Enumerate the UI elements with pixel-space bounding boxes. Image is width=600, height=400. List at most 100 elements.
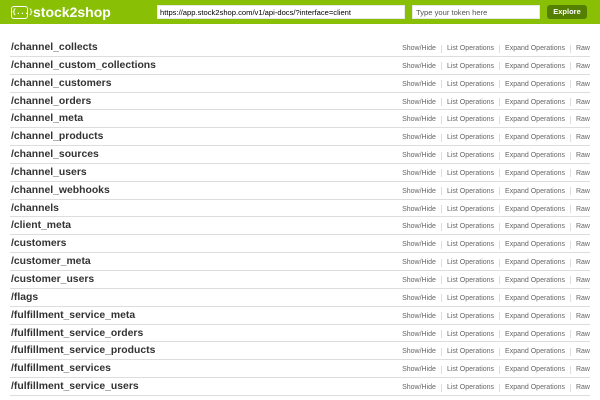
resource-name-link[interactable]: /fulfillment_services	[11, 362, 111, 375]
raw-link[interactable]: Raw	[576, 80, 590, 89]
show-hide-link[interactable]: Show/Hide	[402, 276, 436, 285]
expand-operations-link[interactable]: Expand Operations	[505, 330, 565, 339]
list-operations-link[interactable]: List Operations	[447, 276, 494, 285]
resource-name-link[interactable]: /channel_sources	[11, 148, 99, 161]
raw-link[interactable]: Raw	[576, 44, 590, 53]
raw-link[interactable]: Raw	[576, 330, 590, 339]
token-input[interactable]	[412, 5, 540, 19]
show-hide-link[interactable]: Show/Hide	[402, 44, 436, 53]
list-operations-link[interactable]: List Operations	[447, 80, 494, 89]
resource-name-link[interactable]: /customer_meta	[11, 255, 91, 268]
list-operations-link[interactable]: List Operations	[447, 205, 494, 214]
expand-operations-link[interactable]: Expand Operations	[505, 98, 565, 107]
expand-operations-link[interactable]: Expand Operations	[505, 312, 565, 321]
list-operations-link[interactable]: List Operations	[447, 187, 494, 196]
raw-link[interactable]: Raw	[576, 312, 590, 321]
explore-button[interactable]: Explore	[547, 5, 587, 19]
list-operations-link[interactable]: List Operations	[447, 294, 494, 303]
raw-link[interactable]: Raw	[576, 205, 590, 214]
list-operations-link[interactable]: List Operations	[447, 151, 494, 160]
show-hide-link[interactable]: Show/Hide	[402, 330, 436, 339]
expand-operations-link[interactable]: Expand Operations	[505, 44, 565, 53]
raw-link[interactable]: Raw	[576, 169, 590, 178]
show-hide-link[interactable]: Show/Hide	[402, 187, 436, 196]
resource-name-link[interactable]: /customers	[11, 237, 66, 250]
raw-link[interactable]: Raw	[576, 151, 590, 160]
expand-operations-link[interactable]: Expand Operations	[505, 205, 565, 214]
resource-name-link[interactable]: /fulfillment_service_products	[11, 344, 155, 357]
resource-name-link[interactable]: /customer_users	[11, 273, 94, 286]
resource-name-link[interactable]: /channel_webhooks	[11, 184, 110, 197]
list-operations-link[interactable]: List Operations	[447, 330, 494, 339]
resource-name-link[interactable]: /channel_users	[11, 166, 87, 179]
raw-link[interactable]: Raw	[576, 240, 590, 249]
list-operations-link[interactable]: List Operations	[447, 240, 494, 249]
expand-operations-link[interactable]: Expand Operations	[505, 62, 565, 71]
resource-name-link[interactable]: /fulfillment_service_meta	[11, 309, 135, 322]
resource-name-link[interactable]: /channel_meta	[11, 112, 83, 125]
expand-operations-link[interactable]: Expand Operations	[505, 187, 565, 196]
list-operations-link[interactable]: List Operations	[447, 169, 494, 178]
show-hide-link[interactable]: Show/Hide	[402, 312, 436, 321]
resource-name-link[interactable]: /channel_collects	[11, 41, 98, 54]
expand-operations-link[interactable]: Expand Operations	[505, 347, 565, 356]
expand-operations-link[interactable]: Expand Operations	[505, 240, 565, 249]
show-hide-link[interactable]: Show/Hide	[402, 98, 436, 107]
show-hide-link[interactable]: Show/Hide	[402, 222, 436, 231]
api-url-input[interactable]	[157, 5, 405, 19]
show-hide-link[interactable]: Show/Hide	[402, 151, 436, 160]
list-operations-link[interactable]: List Operations	[447, 98, 494, 107]
list-operations-link[interactable]: List Operations	[447, 62, 494, 71]
resource-name-link[interactable]: /channel_orders	[11, 95, 91, 108]
resource-name-link[interactable]: /flags	[11, 291, 38, 304]
raw-link[interactable]: Raw	[576, 294, 590, 303]
list-operations-link[interactable]: List Operations	[447, 258, 494, 267]
list-operations-link[interactable]: List Operations	[447, 44, 494, 53]
expand-operations-link[interactable]: Expand Operations	[505, 383, 565, 392]
raw-link[interactable]: Raw	[576, 222, 590, 231]
show-hide-link[interactable]: Show/Hide	[402, 365, 436, 374]
expand-operations-link[interactable]: Expand Operations	[505, 258, 565, 267]
resource-name-link[interactable]: /channel_products	[11, 130, 103, 143]
expand-operations-link[interactable]: Expand Operations	[505, 151, 565, 160]
raw-link[interactable]: Raw	[576, 98, 590, 107]
brand-name[interactable]: stock2shop	[33, 3, 111, 21]
raw-link[interactable]: Raw	[576, 133, 590, 142]
expand-operations-link[interactable]: Expand Operations	[505, 222, 565, 231]
raw-link[interactable]: Raw	[576, 383, 590, 392]
raw-link[interactable]: Raw	[576, 347, 590, 356]
expand-operations-link[interactable]: Expand Operations	[505, 294, 565, 303]
show-hide-link[interactable]: Show/Hide	[402, 240, 436, 249]
show-hide-link[interactable]: Show/Hide	[402, 294, 436, 303]
raw-link[interactable]: Raw	[576, 115, 590, 124]
show-hide-link[interactable]: Show/Hide	[402, 258, 436, 267]
raw-link[interactable]: Raw	[576, 258, 590, 267]
resource-name-link[interactable]: /channel_custom_collections	[11, 59, 156, 72]
list-operations-link[interactable]: List Operations	[447, 312, 494, 321]
expand-operations-link[interactable]: Expand Operations	[505, 115, 565, 124]
list-operations-link[interactable]: List Operations	[447, 347, 494, 356]
show-hide-link[interactable]: Show/Hide	[402, 347, 436, 356]
expand-operations-link[interactable]: Expand Operations	[505, 276, 565, 285]
show-hide-link[interactable]: Show/Hide	[402, 205, 436, 214]
expand-operations-link[interactable]: Expand Operations	[505, 169, 565, 178]
list-operations-link[interactable]: List Operations	[447, 383, 494, 392]
list-operations-link[interactable]: List Operations	[447, 133, 494, 142]
list-operations-link[interactable]: List Operations	[447, 222, 494, 231]
show-hide-link[interactable]: Show/Hide	[402, 169, 436, 178]
expand-operations-link[interactable]: Expand Operations	[505, 365, 565, 374]
resource-name-link[interactable]: /fulfillment_service_users	[11, 380, 139, 393]
resource-name-link[interactable]: /channel_customers	[11, 77, 111, 90]
list-operations-link[interactable]: List Operations	[447, 365, 494, 374]
expand-operations-link[interactable]: Expand Operations	[505, 80, 565, 89]
show-hide-link[interactable]: Show/Hide	[402, 133, 436, 142]
list-operations-link[interactable]: List Operations	[447, 115, 494, 124]
expand-operations-link[interactable]: Expand Operations	[505, 133, 565, 142]
show-hide-link[interactable]: Show/Hide	[402, 115, 436, 124]
resource-name-link[interactable]: /fulfillment_service_orders	[11, 327, 143, 340]
show-hide-link[interactable]: Show/Hide	[402, 62, 436, 71]
raw-link[interactable]: Raw	[576, 365, 590, 374]
show-hide-link[interactable]: Show/Hide	[402, 80, 436, 89]
resource-name-link[interactable]: /client_meta	[11, 219, 71, 232]
resource-name-link[interactable]: /channels	[11, 202, 59, 215]
